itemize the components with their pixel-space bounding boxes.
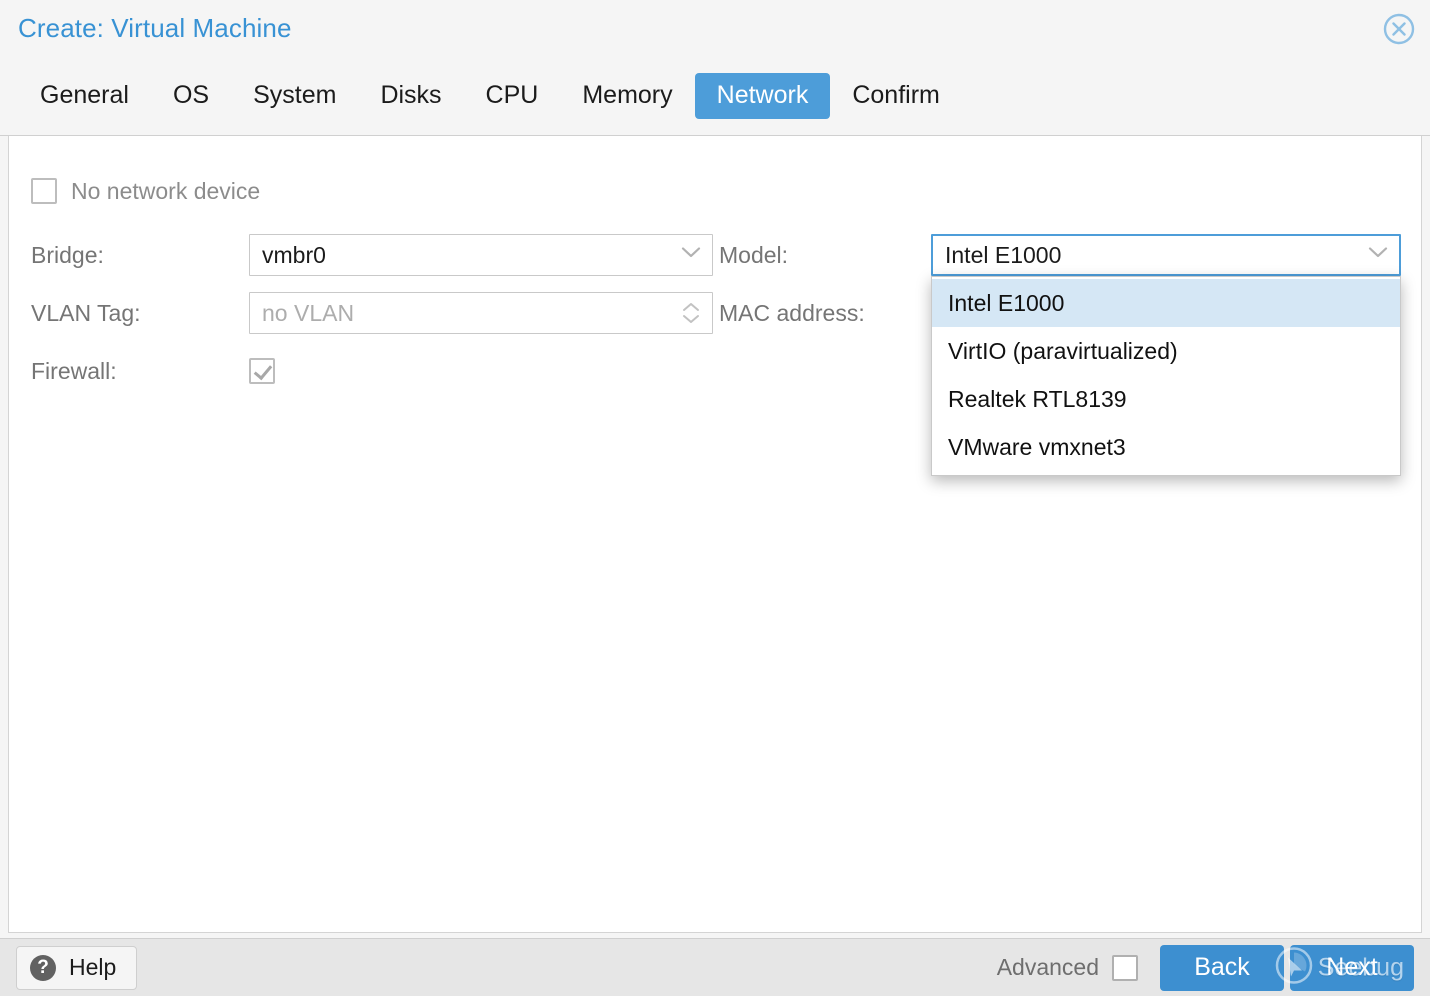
network-form-panel: No network device Bridge: vmbr0 xyxy=(8,136,1422,933)
model-option-virtio[interactable]: VirtIO (paravirtualized) xyxy=(932,327,1400,375)
advanced-label: Advanced xyxy=(997,954,1099,981)
model-label: Model: xyxy=(719,242,931,269)
firewall-row: Firewall: xyxy=(31,342,719,400)
tab-network[interactable]: Network xyxy=(695,73,831,119)
network-form-right-column: Model: Intel E1000 xyxy=(719,226,1399,400)
model-select[interactable]: Intel E1000 xyxy=(931,234,1401,276)
tab-disks[interactable]: Disks xyxy=(358,73,463,119)
network-form-columns: Bridge: vmbr0 VLAN Tag: xyxy=(31,226,1399,400)
model-option-realtek-rtl8139[interactable]: Realtek RTL8139 xyxy=(932,375,1400,423)
dialog-body: No network device Bridge: vmbr0 xyxy=(0,136,1430,938)
advanced-checkbox[interactable] xyxy=(1112,955,1138,981)
back-button[interactable]: Back xyxy=(1160,945,1284,991)
model-row: Model: Intel E1000 xyxy=(719,226,1399,284)
tab-os[interactable]: OS xyxy=(151,73,231,119)
close-icon[interactable] xyxy=(1382,12,1416,46)
model-dropdown-list[interactable]: Intel E1000 VirtIO (paravirtualized) Rea… xyxy=(931,276,1401,476)
tab-general[interactable]: General xyxy=(18,73,151,119)
footer-actions: Advanced Back Next Seebug xyxy=(997,945,1414,991)
vlan-tag-placeholder: no VLAN xyxy=(262,300,354,327)
bridge-label: Bridge: xyxy=(31,242,249,269)
vlan-tag-input[interactable]: no VLAN xyxy=(249,292,713,334)
question-circle-icon: ? xyxy=(30,955,56,981)
help-button-label: Help xyxy=(69,954,116,981)
bridge-value: vmbr0 xyxy=(262,242,326,269)
create-vm-dialog: Create: Virtual Machine General OS Syste… xyxy=(0,0,1430,996)
no-network-device-checkbox[interactable] xyxy=(31,178,57,204)
model-option-intel-e1000[interactable]: Intel E1000 xyxy=(932,279,1400,327)
tab-cpu[interactable]: CPU xyxy=(464,73,561,119)
no-network-device-row: No network device xyxy=(31,166,1399,216)
tab-memory[interactable]: Memory xyxy=(560,73,694,119)
chevron-down-icon xyxy=(681,246,701,264)
bridge-row: Bridge: vmbr0 xyxy=(31,226,719,284)
model-option-vmware-vmxnet3[interactable]: VMware vmxnet3 xyxy=(932,423,1400,471)
tab-confirm[interactable]: Confirm xyxy=(830,73,962,119)
vlan-tag-row: VLAN Tag: no VLAN xyxy=(31,284,719,342)
dialog-footer: ? Help Advanced Back Next Seebug xyxy=(0,938,1430,996)
help-button[interactable]: ? Help xyxy=(16,946,137,990)
network-form-left-column: Bridge: vmbr0 VLAN Tag: xyxy=(31,226,719,400)
dialog-titlebar: Create: Virtual Machine xyxy=(0,0,1430,57)
no-network-device-label: No network device xyxy=(71,178,260,205)
chevron-down-icon xyxy=(1368,246,1388,264)
next-button[interactable]: Next xyxy=(1290,945,1414,991)
bridge-select[interactable]: vmbr0 xyxy=(249,234,713,276)
model-value: Intel E1000 xyxy=(945,242,1061,269)
spinner-updown-icon[interactable] xyxy=(682,302,700,324)
tab-system[interactable]: System xyxy=(231,73,358,119)
mac-address-label: MAC address: xyxy=(719,300,931,327)
page-title: Create: Virtual Machine xyxy=(18,13,292,44)
vlan-tag-label: VLAN Tag: xyxy=(31,300,249,327)
firewall-checkbox[interactable] xyxy=(249,358,275,384)
firewall-label: Firewall: xyxy=(31,358,249,385)
wizard-tabs: General OS System Disks CPU Memory Netwo… xyxy=(0,57,1430,136)
